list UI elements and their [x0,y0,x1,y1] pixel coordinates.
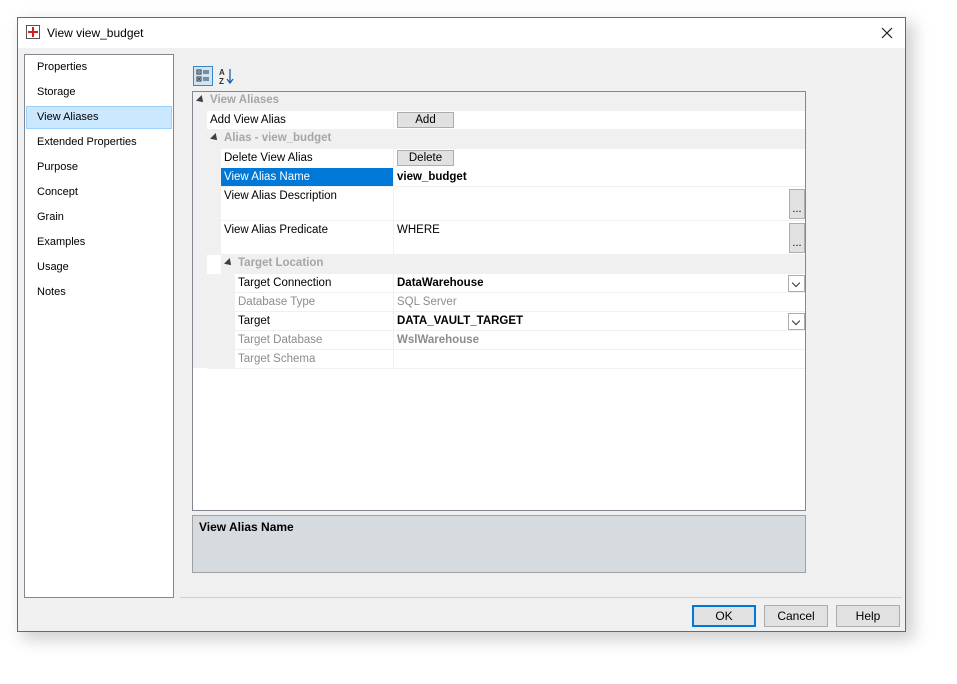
sidebar-item-grain[interactable]: Grain [26,206,172,229]
category-alias-view-budget[interactable]: Alias - view_budget [207,130,805,149]
sidebar-item-storage[interactable]: Storage [26,81,172,104]
row-delete-view-alias: Delete View Alias Delete [193,149,805,168]
svg-text:A: A [219,68,225,77]
category-target-location[interactable]: Target Location [221,255,805,274]
target-value[interactable]: DATA_VAULT_TARGET [393,312,523,331]
row-view-alias-name: View Alias Name view_budget [193,168,805,187]
cancel-button[interactable]: Cancel [764,605,828,627]
database-type-value: SQL Server [397,296,457,308]
add-alias-button[interactable]: Add [397,112,454,128]
categorized-view-button[interactable] [193,66,213,86]
property-name[interactable]: View Alias Name [221,168,393,187]
category-view-aliases[interactable]: View Aliases [193,92,805,111]
property-name[interactable]: Target Connection [235,274,393,293]
view-alias-name-value[interactable]: view_budget [393,168,467,187]
footer-divider [180,597,902,598]
title-bar: View view_budget [18,18,905,48]
property-name[interactable]: View Alias Description [221,187,393,206]
property-name[interactable]: Target Database [235,331,393,350]
row-add-view-alias: Add View Alias Add [193,111,805,130]
sidebar-item-properties[interactable]: Properties [26,56,172,79]
target-dropdown[interactable] [788,313,805,330]
sidebar-item-purpose[interactable]: Purpose [26,156,172,179]
property-name[interactable]: View Alias Predicate [221,221,393,240]
description-panel: View Alias Name [192,515,806,573]
window-title: View view_budget [47,26,144,40]
sidebar-item-examples[interactable]: Examples [26,231,172,254]
row-target-database: Target Database WslWarehouse [193,331,805,350]
close-button[interactable] [876,22,898,44]
view-alias-predicate-value[interactable]: WHERE [393,221,440,240]
sidebar-item-concept[interactable]: Concept [26,181,172,204]
row-database-type: Database Type SQL Server [193,293,805,312]
property-name[interactable]: Delete View Alias [221,149,393,168]
property-grid: View Aliases Add View Alias Add Alias - … [192,91,806,511]
target-connection-value[interactable]: DataWarehouse [393,274,484,293]
row-target-schema: Target Schema [193,350,805,369]
category-label: View Aliases [210,94,280,106]
property-name[interactable]: Target Schema [235,350,393,369]
row-view-alias-description: View Alias Description ... [193,187,805,221]
dialog-window: View view_budget Properties Storage View… [17,17,906,632]
description-ellipsis-button[interactable]: ... [789,189,805,219]
close-icon [881,27,893,39]
row-view-alias-predicate: View Alias Predicate WHERE ... [193,221,805,255]
sort-az-icon: A Z [219,68,234,86]
category-label: Target Location [238,257,324,269]
delete-alias-button[interactable]: Delete [397,150,454,166]
predicate-ellipsis-button[interactable]: ... [789,223,805,253]
sidebar-nav: Properties Storage View Aliases Extended… [24,54,174,598]
sidebar-item-notes[interactable]: Notes [26,281,172,304]
alphabetical-sort-button[interactable]: A Z [216,66,236,86]
category-label: Alias - view_budget [224,132,332,144]
target-connection-dropdown[interactable] [788,275,805,292]
target-database-value: WslWarehouse [397,334,480,346]
collapse-icon[interactable] [224,258,234,268]
help-button[interactable]: Help [836,605,900,627]
row-target: Target DATA_VAULT_TARGET [193,312,805,331]
property-name[interactable]: Add View Alias [207,111,393,130]
svg-text:Z: Z [219,77,224,86]
collapse-icon[interactable] [210,133,220,143]
app-icon [26,25,40,39]
sidebar-item-usage[interactable]: Usage [26,256,172,279]
collapse-icon[interactable] [196,95,206,105]
ok-button[interactable]: OK [692,605,756,627]
property-name[interactable]: Target [235,312,393,331]
row-target-connection: Target Connection DataWarehouse [193,274,805,293]
sidebar-item-extended-properties[interactable]: Extended Properties [26,131,172,154]
sidebar-item-view-aliases[interactable]: View Aliases [26,106,172,129]
property-name[interactable]: Database Type [235,293,393,312]
description-title: View Alias Name [199,520,294,534]
categorized-icon [196,69,209,82]
